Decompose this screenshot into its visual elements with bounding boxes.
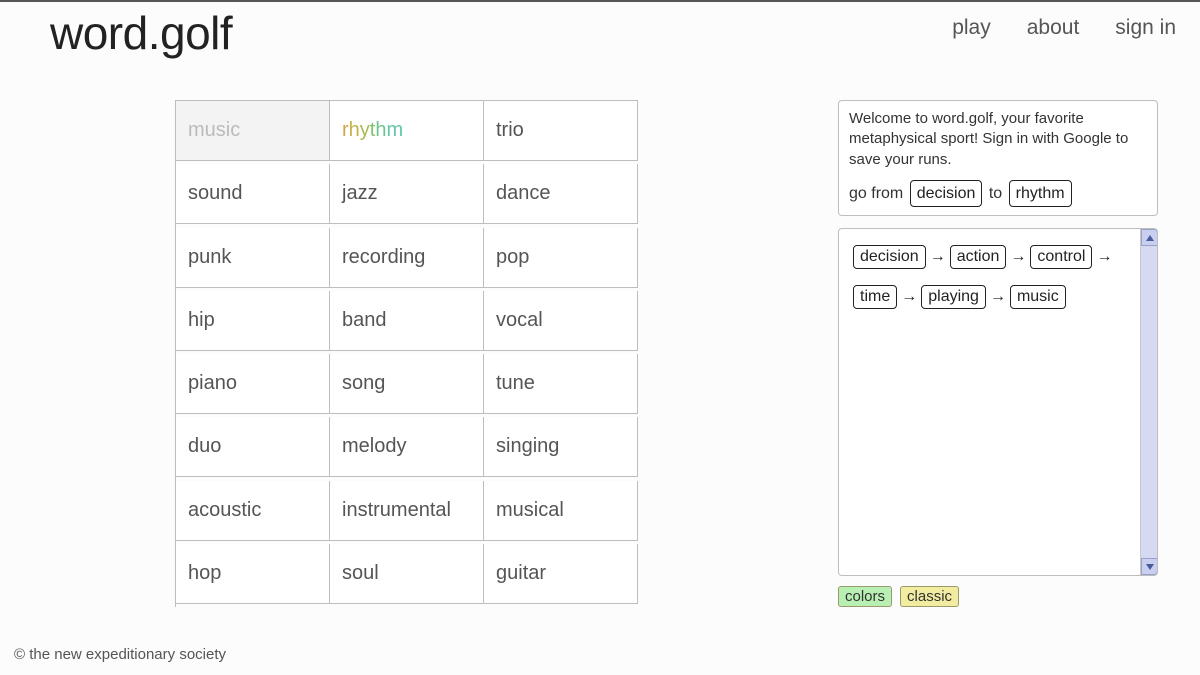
- path-chip[interactable]: time: [853, 285, 897, 309]
- arrow-right-icon: →: [899, 288, 919, 306]
- word-cell[interactable]: hop: [176, 544, 330, 604]
- scroll-down-button[interactable]: [1141, 558, 1158, 575]
- word-cell[interactable]: recording: [330, 228, 484, 288]
- chevron-up-icon: [1146, 235, 1154, 241]
- path-chip[interactable]: decision: [853, 245, 926, 269]
- theme-classic-button[interactable]: classic: [900, 586, 959, 607]
- theme-colors-button[interactable]: colors: [838, 586, 892, 607]
- welcome-panel: Welcome to word.golf, your favorite meta…: [838, 100, 1158, 216]
- word-cell[interactable]: punk: [176, 228, 330, 288]
- arrow-right-icon: →: [1094, 248, 1114, 266]
- theme-row: colors classic: [838, 586, 1158, 607]
- side-panel: Welcome to word.golf, your favorite meta…: [838, 100, 1158, 607]
- path-chip[interactable]: control: [1030, 245, 1092, 269]
- current-word-cell: music: [176, 101, 330, 161]
- word-cell[interactable]: duo: [176, 417, 330, 477]
- word-cell[interactable]: musical: [484, 481, 638, 541]
- path-chip[interactable]: action: [950, 245, 1007, 269]
- goal-prefix: go from: [849, 185, 903, 202]
- word-cell[interactable]: vocal: [484, 291, 638, 351]
- path-flow: decision→action→control→time→playing→mus…: [853, 243, 1123, 311]
- goal-line: go from decision to rhythm: [849, 180, 1147, 208]
- nav-about[interactable]: about: [1027, 16, 1080, 40]
- word-cell[interactable]: tune: [484, 354, 638, 414]
- goal-mid: to: [989, 185, 1002, 202]
- goal-to-chip[interactable]: rhythm: [1009, 180, 1072, 208]
- rainbow-word: rhythm: [342, 119, 403, 142]
- word-cell[interactable]: piano: [176, 354, 330, 414]
- nav-play[interactable]: play: [952, 16, 991, 40]
- word-cell[interactable]: pop: [484, 228, 638, 288]
- line-break: [853, 275, 1123, 279]
- word-grid: music rhythm trio soundjazzdance punkrecordi…: [175, 100, 638, 607]
- path-panel: decision→action→control→time→playing→mus…: [838, 228, 1158, 576]
- brand-title: word.golf: [50, 2, 232, 60]
- nav-signin[interactable]: sign in: [1115, 16, 1176, 40]
- word-cell[interactable]: song: [330, 354, 484, 414]
- scroll-up-button[interactable]: [1141, 229, 1158, 246]
- path-chip[interactable]: playing: [921, 285, 986, 309]
- word-cell[interactable]: singing: [484, 417, 638, 477]
- word-cell[interactable]: instrumental: [330, 481, 484, 541]
- goal-from-chip[interactable]: decision: [910, 180, 983, 208]
- word-cell[interactable]: sound: [176, 164, 330, 224]
- word-cell[interactable]: acoustic: [176, 481, 330, 541]
- word-cell[interactable]: band: [330, 291, 484, 351]
- arrow-right-icon: →: [928, 248, 948, 266]
- scrollbar[interactable]: [1140, 229, 1157, 575]
- top-nav: play about sign in: [952, 2, 1180, 40]
- welcome-text: Welcome to word.golf, your favorite meta…: [849, 109, 1147, 170]
- path-chip[interactable]: music: [1010, 285, 1066, 309]
- word-cell[interactable]: dance: [484, 164, 638, 224]
- target-word-cell[interactable]: rhythm: [330, 101, 484, 161]
- arrow-right-icon: →: [1008, 248, 1028, 266]
- word-cell[interactable]: jazz: [330, 164, 484, 224]
- word-cell[interactable]: soul: [330, 544, 484, 604]
- arrow-right-icon: →: [988, 288, 1008, 306]
- footer-copyright: © the new expeditionary society: [14, 646, 226, 663]
- word-cell[interactable]: melody: [330, 417, 484, 477]
- word-cell[interactable]: trio: [484, 101, 638, 161]
- chevron-down-icon: [1146, 564, 1154, 570]
- word-cell[interactable]: guitar: [484, 544, 638, 604]
- word-cell[interactable]: hip: [176, 291, 330, 351]
